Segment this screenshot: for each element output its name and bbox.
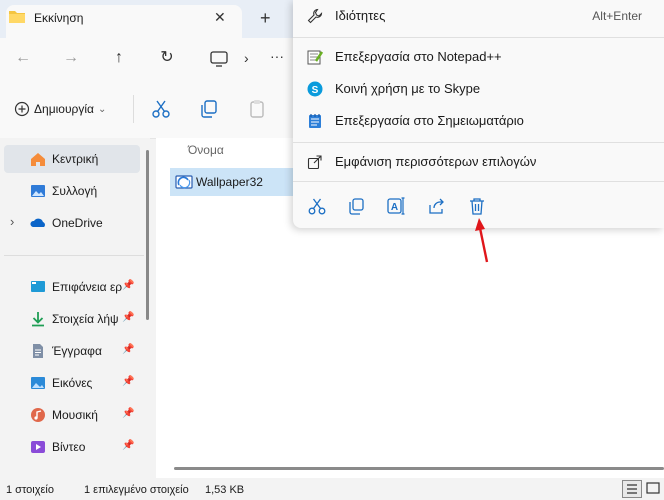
sidebar-item-music[interactable]: Μουσική 📌 <box>4 401 140 429</box>
status-selected-size: 1,53 KB <box>205 484 245 496</box>
pin-icon: 📌 <box>122 440 135 451</box>
toolbar-separator <box>133 95 134 123</box>
share-icon[interactable] <box>426 196 448 216</box>
back-button[interactable]: ← <box>10 46 36 70</box>
gallery-icon <box>31 185 45 197</box>
up-button[interactable]: ↑ <box>106 46 132 70</box>
paste-icon[interactable] <box>246 98 268 120</box>
sidebar-item-label: Βίντεο <box>52 440 86 454</box>
menu-separator <box>293 142 664 143</box>
rename-icon[interactable]: A <box>386 196 408 216</box>
details-view-icon <box>627 484 637 494</box>
folder-icon <box>9 11 25 23</box>
annotation-arrow <box>475 218 489 263</box>
address-bar[interactable]: › ··· <box>200 44 290 74</box>
pin-icon: 📌 <box>122 344 135 355</box>
sidebar-item-label: Στοιχεία λήψ <box>52 312 119 326</box>
onedrive-icon <box>30 218 45 227</box>
file-name: Wallpaper32 <box>196 175 263 189</box>
sidebar-item-home[interactable]: Κεντρική <box>4 145 140 173</box>
documents-icon <box>33 344 43 358</box>
sidebar-item-label: Έγγραφα <box>52 344 102 358</box>
chevron-down-icon: ⌄ <box>97 103 107 115</box>
sidebar-item-downloads[interactable]: Στοιχεία λήψ 📌 <box>4 305 140 333</box>
tab-title: Εκκίνηση <box>34 11 84 25</box>
expand-chevron-icon[interactable]: › <box>10 214 14 229</box>
menu-item-edit-notepadpp[interactable]: Επεξεργασία στο Notepad++ <box>293 41 664 73</box>
sidebar-item-label: Επιφάνεια ερ <box>52 280 122 294</box>
breadcrumb-chevron-icon: › <box>244 50 249 66</box>
video-icon <box>31 441 45 453</box>
download-icon <box>32 312 44 327</box>
screensaver-file-icon <box>175 175 193 189</box>
desktop-icon <box>31 281 45 292</box>
expand-arrow-icon <box>307 155 322 170</box>
column-header-name[interactable]: Όνομα <box>188 143 224 157</box>
notepad-icon <box>309 114 321 128</box>
tiles-view-icon <box>646 482 660 494</box>
sidebar-item-label: Κεντρική <box>52 152 99 166</box>
menu-item-label: Εμφάνιση περισσότερων επιλογών <box>335 154 537 169</box>
svg-text:A: A <box>391 202 398 213</box>
sidebar-item-label: Εικόνες <box>52 376 93 390</box>
notepadpp-icon <box>307 50 323 65</box>
sidebar-item-gallery[interactable]: Συλλογή <box>4 177 140 205</box>
pin-icon: 📌 <box>122 312 135 323</box>
pin-icon: 📌 <box>122 376 135 387</box>
sidebar-item-pictures[interactable]: Εικόνες 📌 <box>4 369 140 397</box>
skype-icon: S <box>307 81 323 97</box>
home-icon <box>31 153 45 166</box>
details-view-button[interactable] <box>622 480 642 498</box>
copy-icon[interactable] <box>198 98 220 120</box>
delete-icon[interactable] <box>466 196 488 216</box>
menu-separator <box>293 37 664 38</box>
menu-separator <box>293 181 664 182</box>
menu-item-label: Ιδιότητες <box>335 8 386 23</box>
new-tab-button[interactable]: + <box>260 8 271 29</box>
sidebar-divider <box>4 255 144 256</box>
sidebar-item-videos[interactable]: Βίντεο 📌 <box>4 433 140 461</box>
sidebar-item-desktop[interactable]: Επιφάνεια ερ 📌 <box>4 273 140 301</box>
shortcut-label: Alt+Enter <box>592 9 642 23</box>
menu-item-edit-notepad[interactable]: Επεξεργασία στο Σημειωματάριο <box>293 105 664 137</box>
pin-icon: 📌 <box>122 408 135 419</box>
status-item-count: 1 στοιχείο <box>6 484 54 496</box>
cut-icon[interactable] <box>306 196 328 216</box>
new-button-label: Δημιουργία <box>34 102 94 116</box>
pictures-icon <box>31 377 45 389</box>
monitor-icon <box>210 51 228 67</box>
menu-item-label: Επεξεργασία στο Notepad++ <box>335 49 502 64</box>
new-button[interactable]: Δημιουργία ⌄ <box>14 97 106 121</box>
menu-item-show-more-options[interactable]: Εμφάνιση περισσότερων επιλογών <box>293 146 664 178</box>
status-selected-count: 1 επιλεγμένο στοιχείο <box>84 484 189 496</box>
menu-item-properties[interactable]: Ιδιότητες Alt+Enter <box>293 0 664 32</box>
copy-icon[interactable] <box>346 196 368 216</box>
tab-close-icon[interactable]: ✕ <box>214 9 226 26</box>
music-icon <box>31 408 45 422</box>
sidebar-item-documents[interactable]: Έγγραφα 📌 <box>4 337 140 365</box>
sidebar-item-label: OneDrive <box>52 216 103 230</box>
sidebar-item-label: Μουσική <box>52 408 98 422</box>
new-plus-icon <box>14 101 30 117</box>
sidebar-item-onedrive[interactable]: › OneDrive <box>4 209 140 237</box>
refresh-button[interactable]: ↻ <box>154 46 180 70</box>
forward-button[interactable]: → <box>58 46 84 70</box>
svg-text:S: S <box>312 85 319 96</box>
pin-icon: 📌 <box>122 280 135 291</box>
cut-icon[interactable] <box>150 98 172 120</box>
menu-item-label: Κοινή χρήση με το Skype <box>335 81 481 96</box>
sidebar-item-label: Συλλογή <box>52 184 98 198</box>
menu-item-share-skype[interactable]: S Κοινή χρήση με το Skype <box>293 73 664 105</box>
horizontal-scrollbar[interactable] <box>174 467 664 470</box>
more-breadcrumbs-button[interactable]: ··· <box>270 48 284 64</box>
tiles-view-button[interactable] <box>644 480 662 496</box>
menu-item-label: Επεξεργασία στο Σημειωματάριο <box>335 113 524 128</box>
sidebar-scrollbar[interactable] <box>146 150 149 320</box>
wrench-icon <box>307 8 323 24</box>
